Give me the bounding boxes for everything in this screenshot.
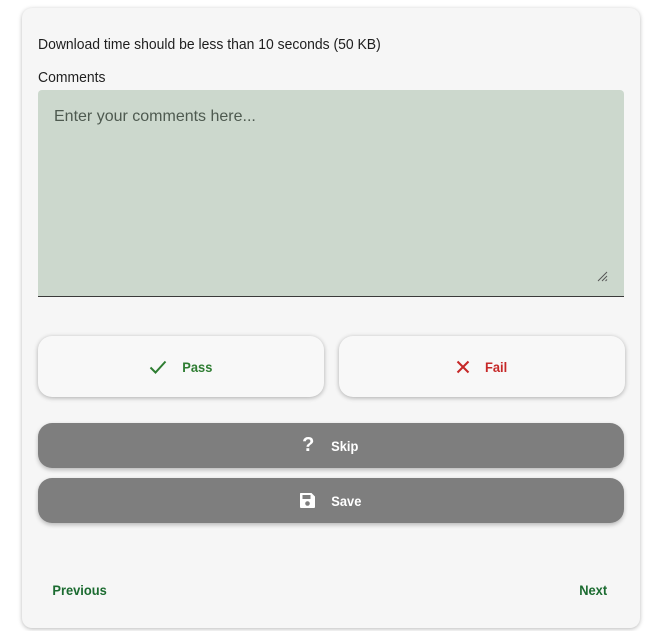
save-button-label: Save: [331, 492, 362, 509]
requirement-text: Download time should be less than 10 sec…: [38, 36, 381, 53]
comments-field-container: [38, 90, 624, 297]
floppy-disk-icon: [299, 492, 316, 509]
test-card: Download time should be less than 10 sec…: [22, 8, 640, 628]
pass-button[interactable]: Pass: [38, 336, 324, 397]
fail-button-label: Fail: [484, 358, 508, 375]
close-icon: [456, 360, 470, 374]
previous-link-label: Previous: [52, 582, 107, 598]
next-link-label: Next: [578, 582, 607, 598]
pass-button-label: Pass: [181, 358, 213, 375]
previous-link[interactable]: Previous: [50, 582, 109, 598]
save-button[interactable]: Save: [38, 478, 624, 523]
skip-button[interactable]: ? Skip: [38, 423, 624, 468]
next-link[interactable]: Next: [578, 582, 608, 598]
comments-label: Comments: [38, 69, 106, 86]
question-mark-icon: ?: [302, 434, 315, 456]
check-icon: [149, 360, 167, 374]
resize-handle-icon[interactable]: [596, 270, 608, 282]
skip-button-label: Skip: [331, 437, 359, 454]
comments-textarea[interactable]: [38, 90, 624, 296]
fail-button[interactable]: Fail: [339, 336, 625, 397]
